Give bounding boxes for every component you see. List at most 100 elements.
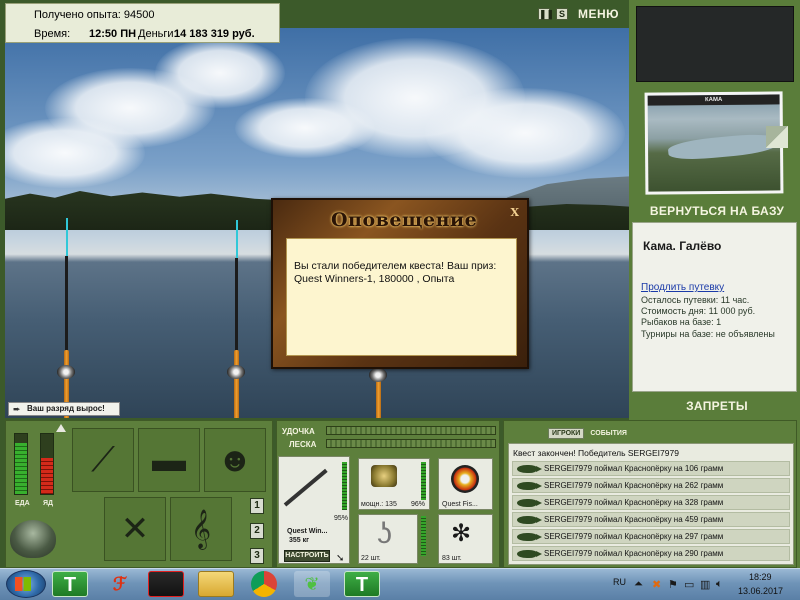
sound-button[interactable]: S: [556, 8, 568, 20]
food-slot[interactable]: ✕: [104, 497, 166, 561]
chrome-icon[interactable]: [251, 571, 277, 597]
tray-app-icon[interactable]: ✖: [652, 578, 661, 591]
rod-tip: [236, 220, 238, 258]
poison-label: ЯД: [43, 500, 54, 507]
time-label: Время:: [34, 28, 71, 40]
video-screen: [636, 6, 794, 82]
clock-date[interactable]: 13.06.2017: [738, 586, 783, 596]
taskbar-app-klev-icon[interactable]: [148, 571, 184, 597]
dialog-body: Вы стали победителем квеста! Ваш приз: Q…: [286, 238, 517, 356]
line-tension-bar: [326, 439, 496, 448]
log-row-text: SERGEI7979 поймал Краснопёрку на 290 гра…: [544, 549, 724, 558]
log-list: Квест закончен! Победитель SERGEI7979 SE…: [508, 443, 794, 565]
notification-dialog: Оповещение X Вы стали победителем квеста…: [271, 198, 529, 369]
river-shape: [667, 131, 779, 163]
hook-wear-bar: [421, 516, 426, 556]
fishing-rod-2[interactable]: [234, 350, 239, 418]
time-value: 12:50 ПН: [89, 28, 137, 40]
hook-icon: ʖ: [377, 517, 392, 550]
rank-up-notice: ➨ Ваш разряд вырос!: [8, 402, 120, 416]
arrow-icon: ➨: [13, 404, 21, 414]
food-gauge: [14, 433, 28, 495]
bait-cell[interactable]: ✻ 83 шт.: [438, 514, 493, 564]
dialog-message: Вы стали победителем квеста! Ваш приз: Q…: [294, 260, 497, 285]
flag-icon[interactable]: ⚑: [668, 578, 678, 591]
line-name: Quest Fis...: [442, 501, 478, 508]
slot-number-1[interactable]: 1: [250, 498, 264, 514]
tab-events[interactable]: СОБЫТИЯ: [587, 429, 630, 438]
log-row-text: SERGEI7979 поймал Краснопёрку на 459 гра…: [544, 515, 724, 524]
reel-cell[interactable]: мощн.: 135 96%: [358, 458, 430, 510]
taskbar-app-icon[interactable]: ℱ: [102, 571, 138, 597]
butterfly-icon[interactable]: ❦: [294, 571, 330, 597]
setup-button[interactable]: НАСТРОИТЬ: [284, 550, 330, 562]
fish-icon: [517, 516, 542, 524]
arrow-up-icon: [56, 424, 66, 432]
rod-blank: [235, 258, 238, 356]
dialog-title: Оповещение: [331, 209, 478, 231]
page-curl: [766, 126, 788, 148]
log-header: Квест закончен! Победитель SERGEI7979: [513, 448, 679, 458]
day-cost: Стоимость дня: 11 000 руб.: [641, 306, 756, 316]
player-info-panel: Получено опыта: 94500 Время: 12:50 ПН Де…: [5, 3, 280, 43]
reel-icon: [369, 368, 387, 382]
reel-thumb-icon: [371, 465, 397, 487]
folder-icon[interactable]: [198, 571, 234, 597]
log-row-text: SERGEI7979 поймал Краснопёрку на 106 гра…: [544, 464, 724, 473]
tray-misc-icon[interactable]: ▭: [684, 578, 694, 591]
photo-caption: КАМА: [647, 94, 780, 106]
return-to-base-button[interactable]: ВЕРНУТЬСЯ НА БАЗУ: [640, 204, 794, 218]
location-photo-image: КАМА: [647, 94, 781, 192]
arrow-down-right-icon[interactable]: ➘: [336, 553, 344, 564]
rods-slot[interactable]: ⟋: [72, 428, 134, 492]
bans-button[interactable]: ЗАПРЕТЫ: [640, 399, 794, 413]
rod-percent: 95%: [334, 515, 349, 522]
tacklebox-slot[interactable]: ▬: [138, 428, 200, 492]
fisherman-slot[interactable]: ☻: [204, 428, 266, 492]
line-label: ЛЕСКА: [289, 440, 317, 449]
fork-knife-icon: ✕: [120, 510, 150, 548]
extend-pass-link[interactable]: Продлить путевку: [641, 282, 724, 293]
fish-icon: [517, 465, 542, 473]
line-cell[interactable]: Quest Fis...: [438, 458, 493, 510]
rod-thumb-icon: [283, 468, 328, 507]
reel-icon: [227, 365, 245, 379]
rod-cell[interactable]: 95% Quest Win... 355 кг: [278, 456, 350, 564]
windows-logo-icon: [15, 577, 31, 591]
money-label: Деньги:: [138, 28, 177, 40]
log-row-text: SERGEI7979 поймал Краснопёрку на 262 гра…: [544, 481, 724, 490]
reel-power: мощн.: 135: [361, 501, 397, 508]
hook-cell[interactable]: ʖ 22 шт.: [358, 514, 418, 564]
fish-icon: [517, 482, 542, 490]
rod-tension-bar: [326, 426, 496, 435]
menu-button[interactable]: МЕНЮ: [578, 7, 619, 21]
pause-icon[interactable]: ❚❚: [538, 8, 554, 20]
tray-arrow-icon[interactable]: ⏶: [634, 578, 643, 591]
rod-wear-bar: [342, 462, 347, 510]
language-indicator[interactable]: RU: [613, 577, 626, 587]
list-item: SERGEI7979 поймал Краснопёрку на 290 гра…: [512, 546, 790, 561]
taskbar-app-t1[interactable]: T: [52, 571, 88, 597]
cauldron-icon[interactable]: [10, 520, 56, 558]
bait-count: 83 шт.: [442, 555, 462, 562]
taskbar-app-t2[interactable]: T: [344, 571, 380, 597]
log-row-text: SERGEI7979 поймал Краснопёрку на 328 гра…: [544, 498, 724, 507]
volume-icon[interactable]: 🔈︎: [716, 578, 723, 591]
network-icon[interactable]: ▥: [700, 578, 710, 591]
list-item: SERGEI7979 поймал Краснопёрку на 262 гра…: [512, 478, 790, 493]
rod-tip: [66, 218, 68, 256]
log-row-text: SERGEI7979 поймал Краснопёрку на 297 гра…: [544, 532, 724, 541]
close-icon[interactable]: X: [510, 206, 519, 219]
rod-blank: [65, 256, 68, 356]
base-name: Кама. Галёво: [643, 239, 722, 253]
list-item: SERGEI7979 поймал Краснопёрку на 297 гра…: [512, 529, 790, 544]
slot-number-2[interactable]: 2: [250, 523, 264, 539]
fish-slot[interactable]: 𝄞: [170, 497, 232, 561]
clock-time[interactable]: 18:29: [749, 572, 772, 582]
slot-number-3[interactable]: 3: [250, 548, 264, 564]
line-spool-icon: [451, 465, 479, 493]
fish-icon: [517, 550, 542, 558]
tab-players[interactable]: ИГРОКИ: [548, 428, 585, 439]
rod-name: Quest Win...: [287, 528, 328, 535]
reel-wear-bar: [421, 462, 426, 500]
